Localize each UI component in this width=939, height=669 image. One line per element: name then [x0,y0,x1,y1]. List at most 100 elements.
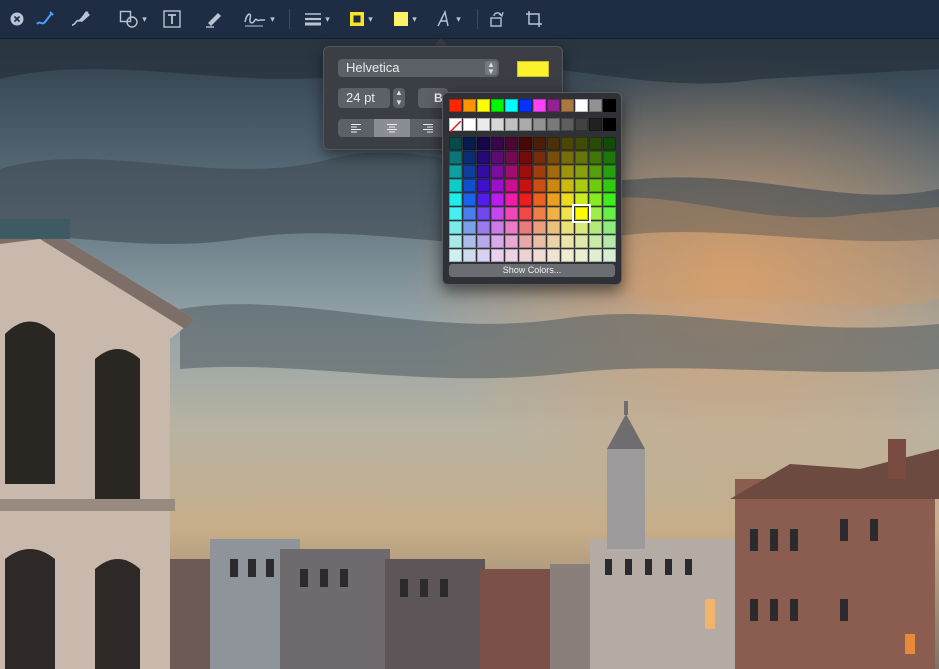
color-swatch[interactable] [477,179,490,192]
color-swatch[interactable] [575,235,588,248]
color-swatch[interactable] [561,179,574,192]
color-swatch[interactable] [449,207,462,220]
color-swatch[interactable] [575,118,588,131]
color-swatch[interactable] [575,193,588,206]
color-swatch[interactable] [505,118,518,131]
color-swatch[interactable] [477,137,490,150]
font-family-select[interactable]: Helvetica ▲ ▼ [338,59,499,77]
color-swatch[interactable] [547,207,560,220]
color-swatch[interactable] [533,118,546,131]
color-swatch[interactable] [505,137,518,150]
color-swatch[interactable] [575,249,588,262]
color-swatch[interactable] [491,118,504,131]
color-swatch[interactable] [491,179,504,192]
color-swatch[interactable] [519,165,532,178]
color-swatch[interactable] [575,151,588,164]
rotate-button[interactable] [486,8,508,30]
color-swatch[interactable] [533,165,546,178]
color-swatch[interactable] [449,165,462,178]
color-swatch[interactable] [589,207,602,220]
color-swatch[interactable] [463,221,476,234]
color-swatch[interactable] [463,151,476,164]
color-swatch[interactable] [561,207,574,220]
color-swatch[interactable] [575,221,588,234]
color-swatch[interactable] [491,249,504,262]
shapes-button[interactable]: ▾ [116,8,150,30]
color-swatch[interactable] [547,165,560,178]
color-swatch[interactable] [491,99,504,112]
color-swatch[interactable] [463,207,476,220]
color-swatch[interactable] [477,221,490,234]
color-swatch[interactable] [603,118,616,131]
color-swatch[interactable] [547,235,560,248]
text-style-button[interactable]: ▾ [431,8,465,30]
color-swatch[interactable] [533,221,546,234]
color-swatch[interactable] [477,235,490,248]
color-swatch[interactable] [533,99,546,112]
color-swatch[interactable] [505,193,518,206]
color-swatch[interactable] [519,99,532,112]
color-swatch[interactable] [505,249,518,262]
color-swatch[interactable] [491,207,504,220]
color-swatch[interactable] [603,151,616,164]
color-swatch[interactable] [463,137,476,150]
color-swatch[interactable] [491,221,504,234]
color-swatch[interactable] [519,151,532,164]
color-swatch[interactable] [561,151,574,164]
color-swatch[interactable] [519,207,532,220]
color-swatch[interactable] [505,99,518,112]
color-swatch[interactable] [477,165,490,178]
align-left-button[interactable] [338,119,374,137]
color-swatch[interactable] [575,165,588,178]
color-swatch[interactable] [505,151,518,164]
highlight-button[interactable] [203,8,225,30]
color-swatch[interactable] [603,249,616,262]
sign-button[interactable]: ▾ [241,8,277,30]
color-swatch[interactable] [505,165,518,178]
color-swatch[interactable] [519,193,532,206]
color-swatch[interactable] [491,151,504,164]
color-swatch[interactable] [463,118,476,131]
color-swatch[interactable] [533,207,546,220]
color-swatch[interactable] [449,193,462,206]
crop-button[interactable] [523,8,545,30]
color-swatch[interactable] [589,118,602,131]
close-button[interactable] [8,8,26,30]
color-swatch[interactable] [547,221,560,234]
color-swatch[interactable] [519,235,532,248]
color-swatch[interactable] [589,99,602,112]
color-swatch[interactable] [561,99,574,112]
color-swatch[interactable] [533,235,546,248]
draw-button[interactable] [68,8,94,30]
color-swatch[interactable] [463,99,476,112]
color-swatch[interactable] [449,235,462,248]
color-swatch[interactable] [561,235,574,248]
color-swatch[interactable] [547,151,560,164]
color-swatch[interactable] [533,151,546,164]
color-swatch[interactable] [589,249,602,262]
color-swatch[interactable] [505,221,518,234]
color-swatch[interactable] [575,179,588,192]
color-swatch[interactable] [589,165,602,178]
color-swatch[interactable] [449,179,462,192]
color-swatch[interactable] [561,193,574,206]
color-swatch[interactable] [575,99,588,112]
color-swatch[interactable] [547,118,560,131]
border-color-button[interactable]: ▾ [343,8,379,30]
color-swatch[interactable] [519,179,532,192]
color-swatch[interactable] [575,137,588,150]
color-swatch[interactable] [463,179,476,192]
color-swatch[interactable] [603,165,616,178]
color-swatch[interactable] [547,193,560,206]
color-swatch[interactable] [491,165,504,178]
text-color-swatch[interactable] [517,61,549,77]
color-swatch[interactable] [533,179,546,192]
font-size-stepper[interactable]: ▲ ▼ [393,88,405,108]
color-swatch[interactable] [519,137,532,150]
color-swatch[interactable] [463,235,476,248]
color-swatch[interactable] [547,249,560,262]
color-swatch[interactable] [547,99,560,112]
color-swatch[interactable] [533,137,546,150]
color-swatch[interactable] [561,137,574,150]
color-swatch[interactable] [519,118,532,131]
